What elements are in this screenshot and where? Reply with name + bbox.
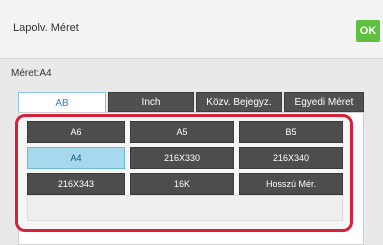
- size-button-a6[interactable]: A6: [27, 121, 125, 143]
- header-bar: Lapolv. Méret OK: [0, 0, 383, 59]
- tab-custom-size[interactable]: Egyedi Méret: [284, 92, 364, 112]
- tab-common-entry[interactable]: Közv. Bejegyz.: [196, 92, 282, 112]
- current-size-label: Méret:A4: [11, 68, 52, 79]
- size-button-216x330[interactable]: 216X330: [130, 147, 234, 169]
- size-button-16k[interactable]: 16K: [130, 173, 234, 195]
- size-button-b5[interactable]: B5: [239, 121, 343, 143]
- tab-ab[interactable]: AB: [18, 92, 106, 114]
- size-button-a5[interactable]: A5: [130, 121, 234, 143]
- tab-inch[interactable]: Inch: [108, 92, 194, 112]
- size-button-216x340[interactable]: 216X340: [239, 147, 343, 169]
- size-button-216x343[interactable]: 216X343: [27, 173, 125, 195]
- size-button-a4[interactable]: A4: [27, 147, 125, 169]
- size-button-long-size[interactable]: Hosszú Mér.: [239, 173, 343, 195]
- page-title: Lapolv. Méret: [13, 22, 79, 34]
- ok-button[interactable]: OK: [356, 20, 380, 42]
- empty-row: [27, 195, 343, 221]
